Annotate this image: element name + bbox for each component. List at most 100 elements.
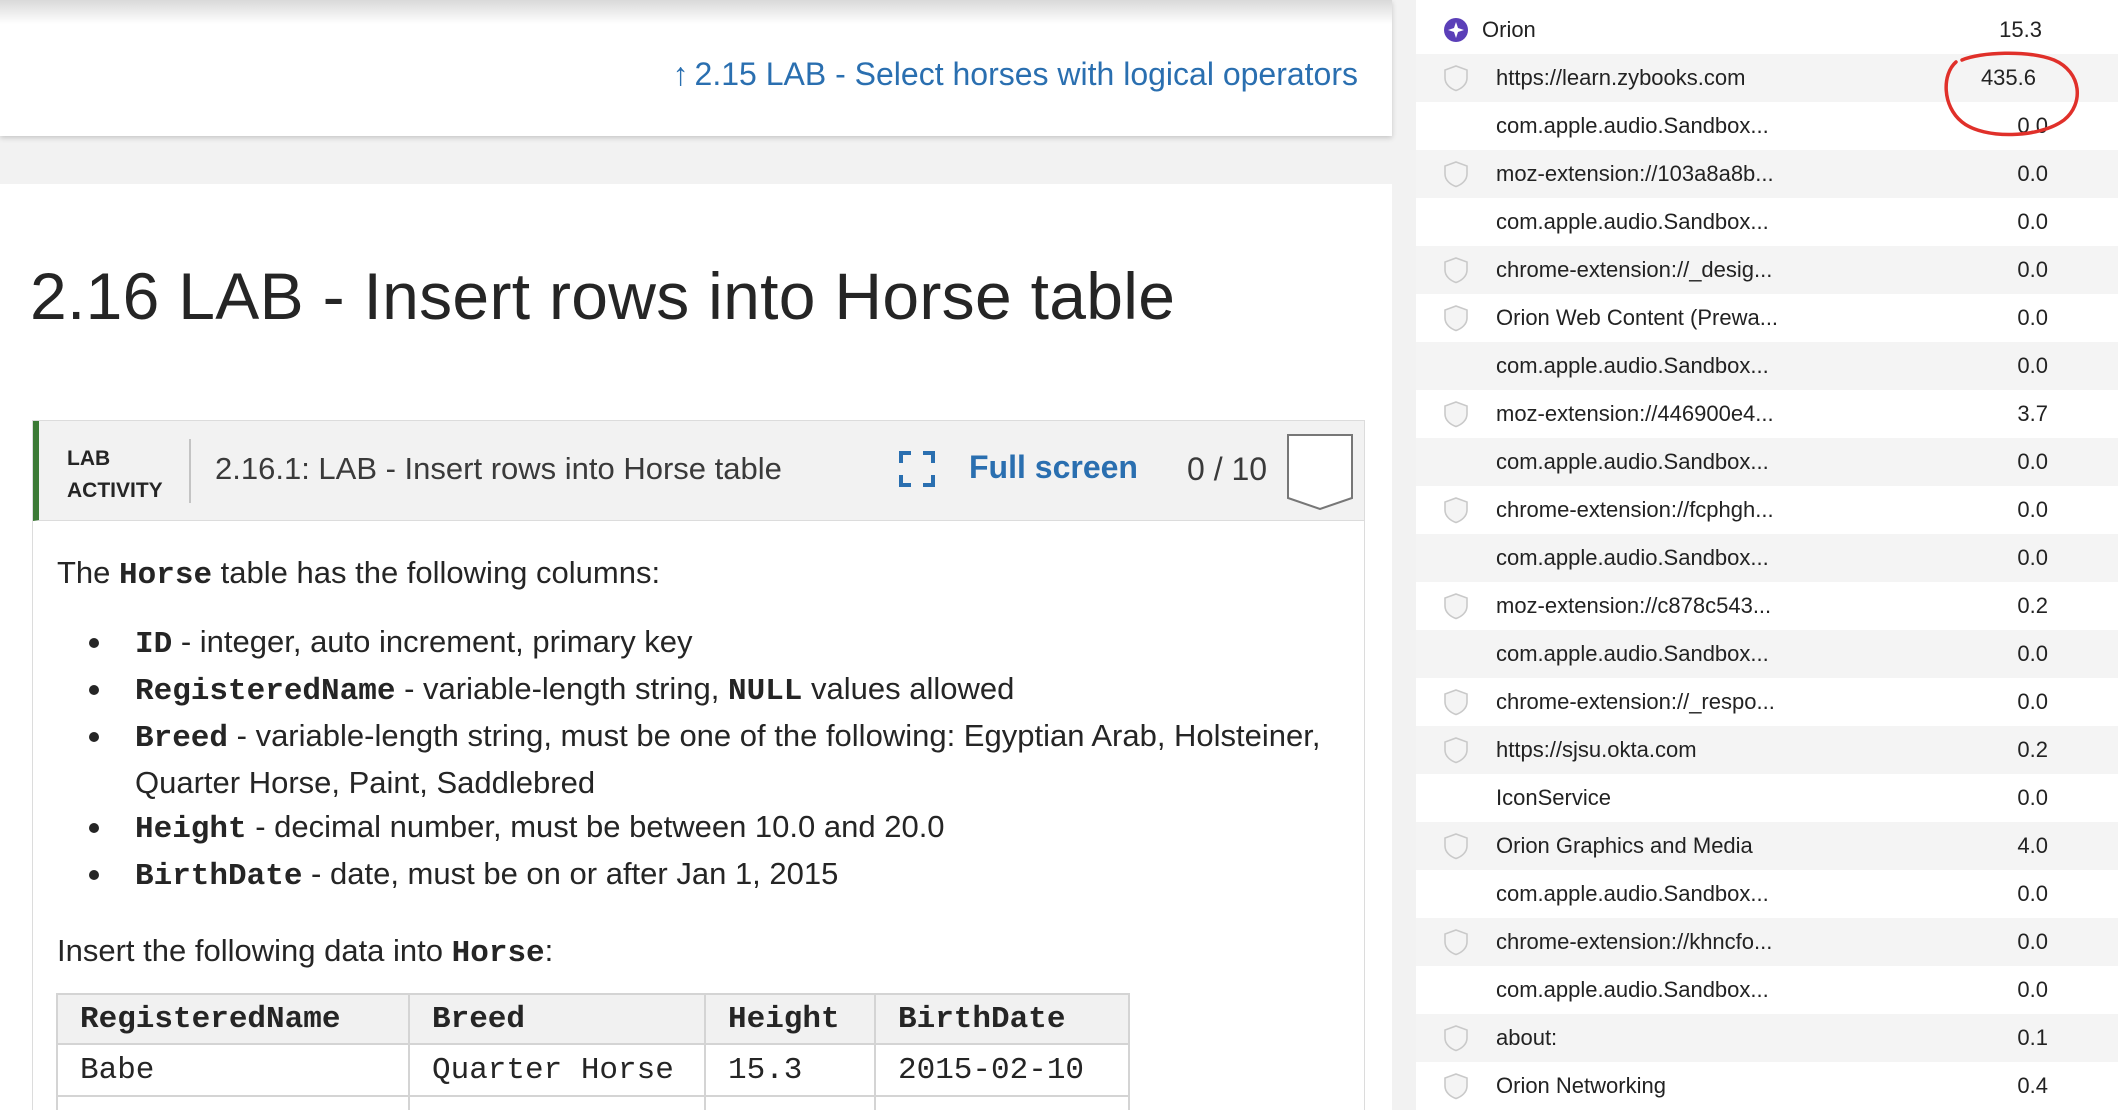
- shield-icon: [1444, 305, 1468, 332]
- table-row[interactable]: moz-extension://103a8a8b... 0.0: [1416, 150, 2118, 198]
- table-row[interactable]: chrome-extension://khncfo... 0.0: [1416, 918, 2118, 966]
- table-row[interactable]: chrome-extension://fcphgh... 0.0: [1416, 486, 2118, 534]
- process-value: 0.1: [2017, 1025, 2048, 1050]
- table-cell: 2015-02-10: [874, 1043, 1130, 1097]
- table-row[interactable]: Orion Graphics and Media 4.0: [1416, 822, 2118, 870]
- lab-activity-box: LAB ACTIVITY 2.16.1: LAB - Insert rows i…: [32, 420, 1365, 1110]
- process-name: moz-extension://c878c543...: [1496, 593, 1772, 618]
- column-desc: - date, must be on or after Jan 1, 2015: [302, 856, 839, 891]
- process-value: 0.0: [2017, 209, 2048, 234]
- table-row[interactable]: Orion 15.3: [1416, 6, 2118, 54]
- table-row[interactable]: Orion Web Content (Prewa... 0.0: [1416, 294, 2118, 342]
- process-value: 0.0: [2017, 881, 2048, 906]
- process-name: com.apple.audio.Sandbox...: [1496, 209, 1769, 234]
- process-value: 3.7: [2017, 401, 2048, 426]
- table-row[interactable]: moz-extension://446900e4... 3.7: [1416, 390, 2118, 438]
- process-name: https://sjsu.okta.com: [1496, 737, 1697, 762]
- process-name: Orion Web Content (Prewa...: [1496, 305, 1779, 330]
- table-cell: Babe: [56, 1043, 410, 1097]
- table-row[interactable]: com.apple.audio.Sandbox... 0.0: [1416, 198, 2118, 246]
- column-code: BirthDate: [135, 859, 303, 894]
- intro-code: Horse: [119, 558, 213, 593]
- table-header: Breed: [408, 993, 706, 1045]
- lab-activity-name: 2.16.1: LAB - Insert rows into Horse tab…: [215, 451, 782, 486]
- lab-tag-line2: ACTIVITY: [67, 479, 163, 502]
- table-row[interactable]: moz-extension://c878c543... 0.2: [1416, 582, 2118, 630]
- orion-app-icon: [1444, 18, 1468, 42]
- zybooks-page: ↑ 2.15 LAB - Select horses with logical …: [0, 0, 1416, 1110]
- process-name: moz-extension://103a8a8b...: [1496, 161, 1774, 186]
- insert-code: Horse: [451, 936, 545, 971]
- null-code: NULL: [728, 674, 803, 709]
- table-cell-empty: [874, 1095, 1130, 1110]
- table-row[interactable]: https://sjsu.okta.com 0.2: [1416, 726, 2118, 774]
- horse-data-table: RegisteredName Breed Height BirthDate Ba…: [56, 993, 1130, 1110]
- table-row[interactable]: about: 0.1: [1416, 1014, 2118, 1062]
- table-row[interactable]: com.apple.audio.Sandbox... 0.0: [1416, 438, 2118, 486]
- shield-icon: [1444, 257, 1468, 284]
- table-row: Babe Quarter Horse 15.3 2015-02-10: [56, 1043, 1130, 1097]
- process-name: chrome-extension://fcphgh...: [1496, 497, 1774, 522]
- table-row[interactable]: com.apple.audio.Sandbox... 0.0: [1416, 870, 2118, 918]
- table-row[interactable]: IconService 0.0: [1416, 774, 2118, 822]
- column-desc: - variable-length string, must be one of…: [135, 718, 1321, 800]
- process-name: com.apple.audio.Sandbox...: [1496, 977, 1769, 1002]
- shield-icon: [1444, 1073, 1468, 1100]
- table-row[interactable]: chrome-extension://_desig... 0.0: [1416, 246, 2118, 294]
- process-name: chrome-extension://_desig...: [1496, 257, 1773, 282]
- table-row[interactable]: com.apple.audio.Sandbox... 0.0: [1416, 534, 2118, 582]
- shield-icon: [1444, 833, 1468, 860]
- process-name: com.apple.audio.Sandbox...: [1496, 353, 1769, 378]
- table-cell: 15.3: [704, 1043, 876, 1097]
- process-value: 0.0: [2017, 353, 2048, 378]
- lab-tag-line1: LAB: [67, 447, 111, 470]
- table-row[interactable]: Orion Networking 0.4: [1416, 1062, 2118, 1110]
- process-value: 0.0: [2017, 929, 2048, 954]
- process-value: 0.0: [2017, 497, 2048, 522]
- lab-score: 0 / 10: [1187, 451, 1268, 487]
- intro-text-pre: The: [57, 555, 120, 590]
- process-name: Orion Graphics and Media: [1496, 833, 1753, 858]
- lab-activity-header: LAB ACTIVITY 2.16.1: LAB - Insert rows i…: [33, 421, 1364, 521]
- fullscreen-icon[interactable]: [899, 451, 935, 487]
- process-value: 0.0: [2017, 449, 2048, 474]
- process-value: 4.0: [2017, 833, 2048, 858]
- process-name: chrome-extension://khncfo...: [1496, 929, 1773, 954]
- table-row[interactable]: chrome-extension://_respo... 0.0: [1416, 678, 2118, 726]
- previous-section-label: 2.15 LAB - Select horses with logical op…: [694, 56, 1358, 92]
- column-list: ID - integer, auto increment, primary ke…: [89, 620, 1344, 899]
- fullscreen-button[interactable]: Full screen: [969, 449, 1138, 486]
- process-value: 0.0: [2017, 545, 2048, 570]
- insert-text-pre: Insert the following data into: [57, 933, 452, 968]
- list-item: Height - decimal number, must be between…: [89, 805, 1344, 852]
- column-desc: - decimal number, must be between 10.0 a…: [246, 809, 945, 844]
- shield-icon: [1444, 161, 1468, 188]
- table-header-row: RegisteredName Breed Height BirthDate: [56, 993, 1130, 1045]
- lab-instructions: The Horse table has the following column…: [57, 551, 1344, 976]
- process-name: com.apple.audio.Sandbox...: [1496, 881, 1769, 906]
- activity-monitor-process-list[interactable]: Orion 15.3 https://learn.zybooks.com 435.6 c…: [1416, 0, 2118, 1110]
- shield-icon: [1444, 401, 1468, 428]
- list-item: ID - integer, auto increment, primary ke…: [89, 620, 1344, 667]
- column-code: Height: [135, 812, 247, 847]
- process-value: 0.0: [2017, 257, 2048, 282]
- table-row[interactable]: com.apple.audio.Sandbox... 0.0: [1416, 630, 2118, 678]
- process-name: com.apple.audio.Sandbox...: [1496, 641, 1769, 666]
- table-row[interactable]: com.apple.audio.Sandbox... 0.0: [1416, 342, 2118, 390]
- process-name: https://learn.zybooks.com: [1496, 65, 1746, 90]
- column-desc-tail: values allowed: [802, 671, 1015, 706]
- process-value: 0.0: [2017, 161, 2048, 186]
- insert-text-post: :: [544, 933, 554, 968]
- table-header: RegisteredName: [56, 993, 410, 1045]
- process-value: 0.0: [2017, 977, 2048, 1002]
- top-shadow: [0, 0, 1392, 24]
- intro-text-post: table has the following columns:: [212, 555, 661, 590]
- column-code: ID: [135, 627, 173, 662]
- table-row[interactable]: com.apple.audio.Sandbox... 0.0: [1416, 966, 2118, 1014]
- shield-icon: [1444, 689, 1468, 716]
- table-cell-empty: [408, 1095, 706, 1110]
- process-name: Orion Networking: [1496, 1073, 1666, 1098]
- process-name: com.apple.audio.Sandbox...: [1496, 449, 1769, 474]
- process-name: about:: [1496, 1025, 1558, 1050]
- previous-section-link[interactable]: ↑ 2.15 LAB - Select horses with logical …: [673, 56, 1358, 93]
